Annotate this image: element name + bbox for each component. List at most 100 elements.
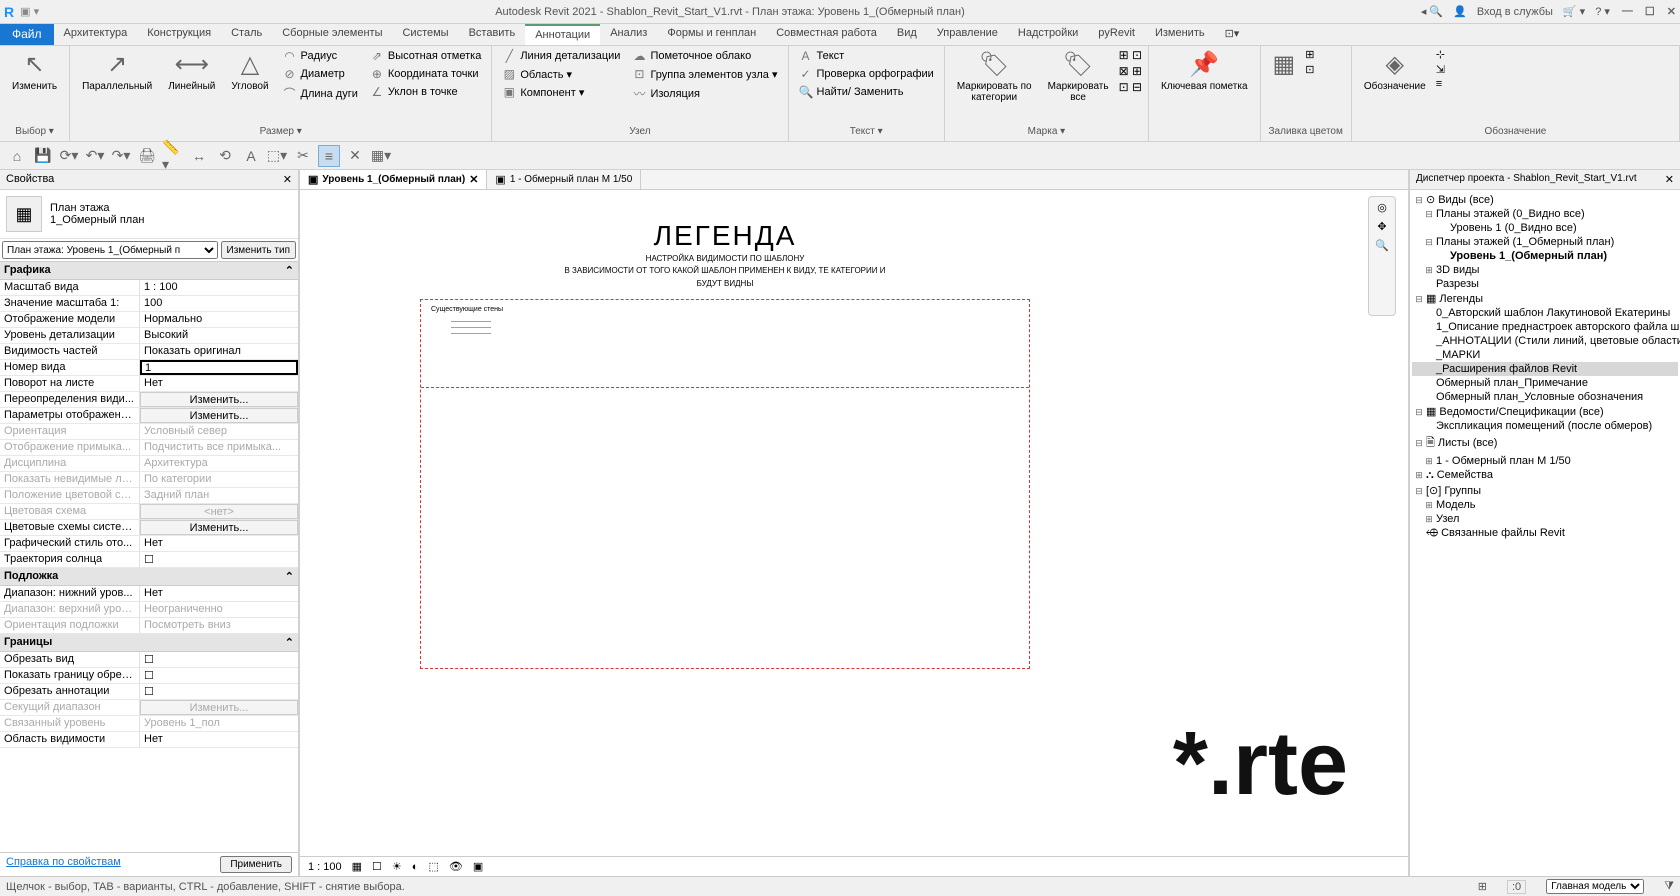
menu-вставить[interactable]: Вставить (459, 24, 526, 45)
minimize-button[interactable]: — (1622, 5, 1633, 18)
menu-архитектура[interactable]: Архитектура (54, 24, 138, 45)
prop-row[interactable]: Поворот на листеНет (0, 376, 298, 392)
insulation[interactable]: 〰Изоляция (628, 84, 781, 103)
modify-button[interactable]: ↖Изменить (6, 48, 63, 94)
edit-type-button[interactable]: Изменить тип (221, 241, 296, 259)
shadows-icon[interactable]: ◐ (412, 861, 419, 873)
align-icon[interactable]: ↔ (188, 145, 210, 167)
tree-node[interactable]: ⊟[⊙]Группы (1412, 483, 1678, 498)
prop-row[interactable]: Область видимостиНет (0, 732, 298, 748)
tag-small-icons[interactable]: ⊞ ⊡ ⊠ ⊞ ⊡ ⊟ (1119, 48, 1142, 105)
color-fill-button[interactable]: ▦ (1267, 48, 1302, 81)
login-link[interactable]: Вход в службы (1477, 6, 1553, 18)
tree-node[interactable]: ⊟▦Ведомости/Спецификации (все) (1412, 404, 1678, 419)
section-icon[interactable]: ✂ (292, 145, 314, 167)
prop-row[interactable]: ДисциплинаАрхитектура (0, 456, 298, 472)
reveal-icon[interactable]: ▣ (473, 860, 483, 873)
keynote-button[interactable]: 📌Ключевая пометка (1155, 48, 1253, 94)
view-tab[interactable]: ▣ Уровень 1_(Обмерный план) ✕ (300, 170, 487, 189)
prop-category[interactable]: Границы⌃ (0, 634, 298, 652)
region[interactable]: ▨Область ▾ (498, 66, 624, 82)
tree-node[interactable]: ⊟🗎Листы (все) (1412, 433, 1678, 454)
hide-icon[interactable]: 👁 (449, 860, 463, 873)
prop-row[interactable]: ОриентацияУсловный север (0, 424, 298, 440)
prop-category[interactable]: Подложка⌃ (0, 568, 298, 586)
prop-row[interactable]: Номер вида1 (0, 360, 298, 376)
prop-row[interactable]: Связанный уровеньУровень 1_пол (0, 716, 298, 732)
close-hidden-icon[interactable]: ✕ (344, 145, 366, 167)
menu-анализ[interactable]: Анализ (600, 24, 657, 45)
worksets-icon[interactable]: ⊞ (1478, 880, 1487, 893)
tag-by-category[interactable]: 🏷Маркировать по категории (951, 48, 1038, 105)
file-tab[interactable]: Файл (0, 24, 54, 45)
home-icon[interactable]: ⌂ (6, 145, 28, 167)
menu-управление[interactable]: Управление (927, 24, 1008, 45)
tree-node[interactable]: ⊞Модель (1412, 498, 1678, 512)
tree-node[interactable]: ⊞⛬Семейства (1412, 468, 1678, 483)
sym-mini3[interactable]: ≡ (1436, 78, 1445, 90)
tree-node[interactable]: Уровень 1 (0_Видно все) (1412, 221, 1678, 235)
prop-row[interactable]: Значение масштаба 1:100 (0, 296, 298, 312)
switch-windows-icon[interactable]: ▦▾ (370, 145, 392, 167)
properties-close-icon[interactable]: ✕ (283, 173, 292, 186)
prop-category[interactable]: Графика⌃ (0, 262, 298, 280)
color-mini-icon[interactable]: ⊞ (1305, 48, 1314, 61)
zoom-icon[interactable]: 🔍 (1375, 239, 1389, 252)
sym-mini2[interactable]: ⇲ (1436, 63, 1445, 76)
spot-slope[interactable]: ∠Уклон в точке (366, 84, 485, 100)
symbol-button[interactable]: ◈Обозначение (1358, 48, 1432, 94)
linear-dim[interactable]: ⟷Линейный (162, 48, 221, 103)
prop-row[interactable]: Цветовые схемы системыИзменить... (0, 520, 298, 536)
tree-node[interactable]: Уровень 1_(Обмерный план) (1412, 249, 1678, 263)
tree-node[interactable]: ⬲Связанные файлы Revit (1412, 526, 1678, 541)
prop-row[interactable]: Диапазон: верхний уров...Неограниченно (0, 602, 298, 618)
tree-node[interactable]: Разрезы (1412, 277, 1678, 291)
menu-конструкция[interactable]: Конструкция (137, 24, 221, 45)
pan-icon[interactable]: ✥ (1377, 220, 1386, 233)
angular-dim[interactable]: △Угловой (225, 48, 274, 103)
detail-level-icon[interactable]: ▦ (352, 860, 362, 873)
radial-dim[interactable]: ◠Радиус (279, 48, 362, 64)
menu-pyrevit[interactable]: pyRevit (1088, 24, 1145, 45)
prop-row[interactable]: Цветовая схема<нет> (0, 504, 298, 520)
crop-icon[interactable]: ⬚ (428, 860, 438, 873)
view-tab[interactable]: ▣ 1 - Обмерный план М 1/50 (487, 170, 641, 189)
measure-icon[interactable]: 📏▾ (162, 145, 184, 167)
undo-icon[interactable]: ↶▾ (84, 145, 106, 167)
menu-системы[interactable]: Системы (392, 24, 458, 45)
prop-row[interactable]: Уровень детализацииВысокий (0, 328, 298, 344)
editing-requests[interactable]: :0 (1507, 880, 1526, 894)
arc-length-dim[interactable]: ⌒Длина дуги (279, 84, 362, 103)
navigation-bar[interactable]: ◎ ✥ 🔍 (1368, 196, 1396, 316)
prop-row[interactable]: Показать границу обрезки☐ (0, 668, 298, 684)
prop-row[interactable]: Видимость частейПоказать оригинал (0, 344, 298, 360)
tree-node[interactable]: ⊞Узел (1412, 512, 1678, 526)
tree-node[interactable]: _АННОТАЦИИ (Стили линий, цветовые област… (1412, 334, 1678, 348)
prop-row[interactable]: Траектория солнца☐ (0, 552, 298, 568)
thin-lines-icon[interactable]: ≡ (318, 145, 340, 167)
menu-аннотации[interactable]: Аннотации (525, 24, 600, 45)
menu-формы и генплан[interactable]: Формы и генплан (657, 24, 766, 45)
prop-row[interactable]: Параметры отображени...Изменить... (0, 408, 298, 424)
tree-node[interactable]: 0_Авторский шаблон Лакутиновой Екатерины (1412, 306, 1678, 320)
prop-row[interactable]: Положение цветовой сх...Задний план (0, 488, 298, 504)
prop-row[interactable]: Ориентация подложкиПосмотреть вниз (0, 618, 298, 634)
visual-style-icon[interactable]: ☐ (372, 860, 382, 873)
prop-row[interactable]: Отображение примыка...Подчистить все при… (0, 440, 298, 456)
tree-node[interactable]: ⊟Планы этажей (0_Видно все) (1412, 207, 1678, 221)
scale-selector[interactable]: 1 : 100 (308, 861, 342, 873)
tree-node[interactable]: ⊞1 - Обмерный план М 1/50 (1412, 454, 1678, 468)
prop-row[interactable]: Переопределения види...Изменить... (0, 392, 298, 408)
tree-node[interactable]: ⊞3D виды (1412, 263, 1678, 277)
close-button[interactable]: ✕ (1667, 5, 1676, 18)
revision-cloud[interactable]: ☁Пометочное облако (628, 48, 781, 64)
apply-button[interactable]: Применить (220, 856, 292, 873)
tree-node[interactable]: Экспликация помещений (после обмеров) (1412, 419, 1678, 433)
tag-all[interactable]: 🏷Маркировать все (1042, 48, 1115, 105)
detail-group[interactable]: ⊡Группа элементов узла ▾ (628, 66, 781, 82)
tree-node[interactable]: 1_Описание преднастроек авторского файла… (1412, 320, 1678, 334)
prop-row[interactable]: Показать невидимые ли...По категории (0, 472, 298, 488)
browser-close-icon[interactable]: ✕ (1665, 173, 1674, 186)
filter-icon[interactable]: ⧩ (1664, 880, 1674, 893)
text-icon[interactable]: A (240, 145, 262, 167)
